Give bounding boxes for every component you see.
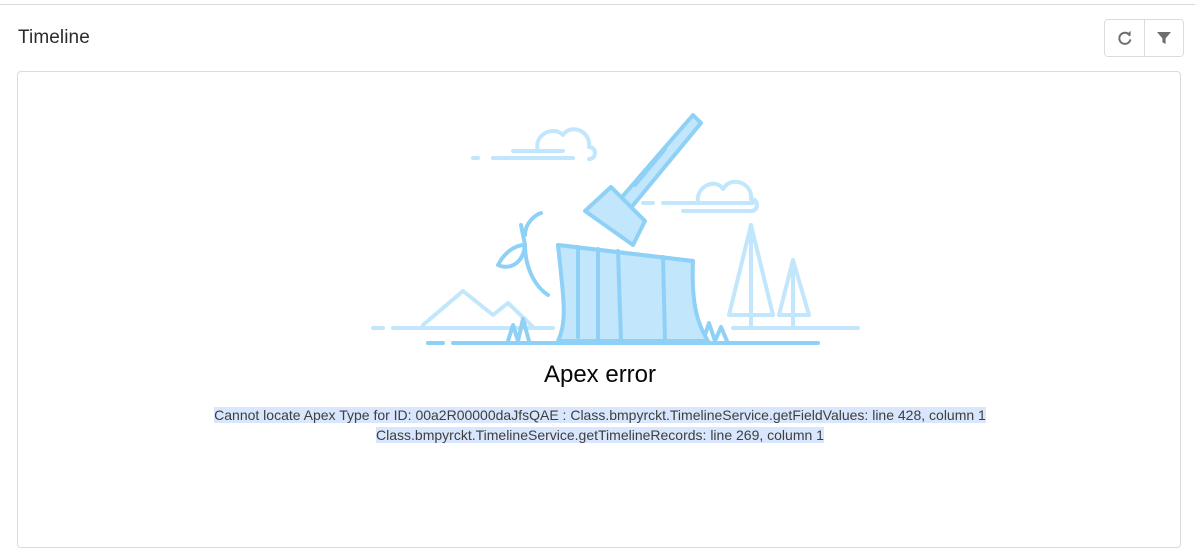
error-message-line1: Cannot locate Apex Type for ID: 00a2R000… [214, 407, 986, 423]
timeline-card: Apex error Cannot locate Apex Type for I… [17, 71, 1181, 548]
page-title: Timeline [18, 27, 90, 48]
filter-button[interactable] [1144, 20, 1183, 56]
refresh-icon [1117, 30, 1131, 45]
filter-icon [1157, 32, 1171, 44]
error-message-line2: Class.bmpyrckt.TimelineService.getTimeli… [376, 427, 824, 443]
header-button-group [1104, 19, 1184, 57]
axe-in-stump-illustration [371, 113, 860, 345]
refresh-button[interactable] [1105, 20, 1144, 56]
timeline-header: Timeline [0, 5, 1195, 67]
error-title: Apex error [543, 361, 657, 388]
error-message: Cannot locate Apex Type for ID: 00a2R000… [18, 405, 1182, 445]
